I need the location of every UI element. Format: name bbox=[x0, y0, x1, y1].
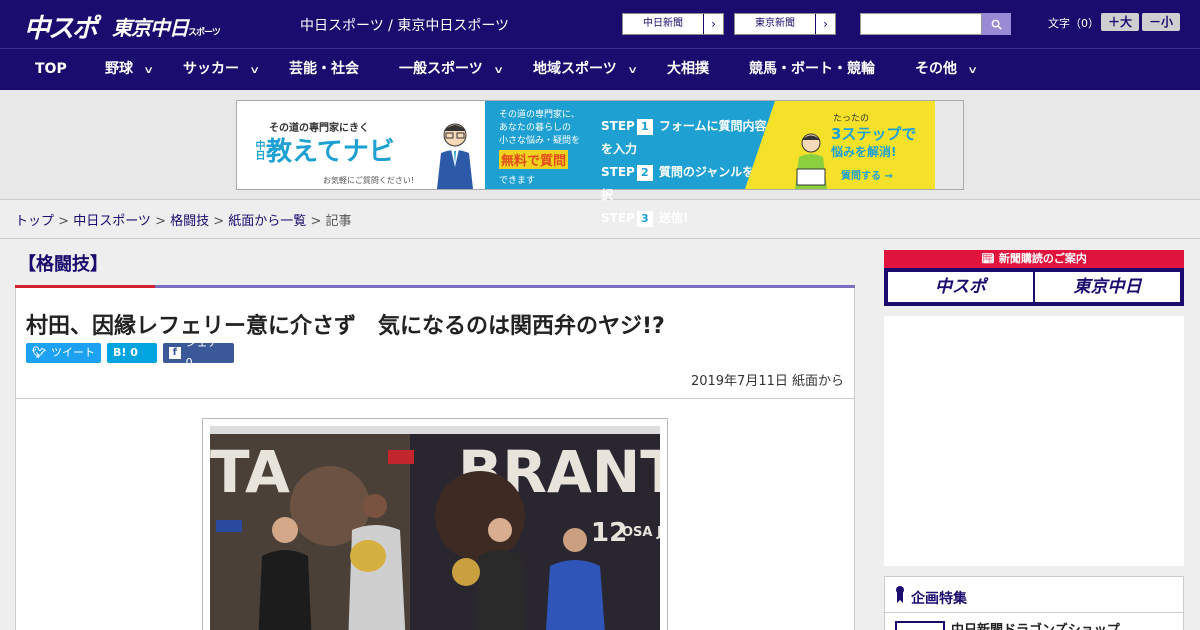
nav-item-general-sports[interactable]: 一般スポーツ ∨ bbox=[399, 49, 504, 90]
site-title[interactable]: 中日スポーツ / 東京中日スポーツ bbox=[300, 15, 509, 35]
divider bbox=[16, 398, 854, 399]
facebook-icon: f bbox=[169, 347, 181, 359]
chevron-right-icon: › bbox=[815, 14, 835, 34]
breadcrumb-link-fighting[interactable]: 格闘技 bbox=[170, 214, 209, 229]
banner-right-t2: 3ステップで bbox=[831, 125, 917, 143]
nav-item-top[interactable]: TOP bbox=[35, 49, 67, 90]
banner-right: たったの 3ステップで 悩みを解消! 質問する → bbox=[745, 101, 935, 189]
breadcrumb-link-chunichi-sports[interactable]: 中日スポーツ bbox=[73, 214, 151, 229]
chevron-down-icon: ∨ bbox=[492, 65, 504, 76]
banner-steps: STEP 1 フォームに質問内容を入力 STEP 2 質問のジャンルを選択 STEP 3 送… bbox=[601, 119, 767, 227]
paper-link-label: 東京新聞 bbox=[755, 18, 795, 29]
font-larger-button[interactable]: ＋大 bbox=[1101, 13, 1139, 31]
poster-text-left: TA bbox=[210, 438, 290, 506]
banner-middle: その道の専門家に、 あなたの暮らしの 小さな悩み・疑問を 無料で質問 できます … bbox=[485, 101, 775, 227]
nav-item-racing[interactable]: 競馬・ボート・競輪 bbox=[749, 49, 875, 90]
feature-thumbnail[interactable] bbox=[895, 621, 945, 630]
font-size-label: 文字（0） bbox=[1048, 17, 1099, 30]
newspaper-icon: 📰︎ bbox=[981, 252, 999, 265]
hatena-bookmark-button[interactable]: B! 0 bbox=[107, 343, 157, 363]
feature-header: 企画特集 bbox=[885, 577, 1183, 613]
banner-mid-text: その道の専門家に、 あなたの暮らしの 小さな悩み・疑問を bbox=[499, 110, 581, 146]
search-button[interactable] bbox=[982, 13, 1011, 35]
ribbon-icon bbox=[896, 586, 904, 603]
nav-item-entertainment[interactable]: 芸能・社会 bbox=[289, 49, 359, 90]
breadcrumb-link-top[interactable]: トップ bbox=[15, 214, 54, 229]
feature-title: 企画特集 bbox=[911, 591, 967, 607]
banner-right-t3: 悩みを解消! bbox=[831, 145, 897, 159]
twitter-icon: 🐦︎ bbox=[32, 346, 46, 359]
chevron-right-icon: › bbox=[703, 14, 723, 34]
banner-dekimasu: できます bbox=[499, 176, 536, 186]
banner-title: 中日教えてナビ bbox=[253, 137, 395, 167]
chunichi-shimbun-link[interactable]: 中日新聞 › bbox=[622, 13, 724, 35]
article-box: 村田、因縁レフェリー意に介さず 気になるのは関西弁のヤジ!? 🐦︎ ツイート B!… bbox=[15, 288, 855, 630]
expert-illustration-icon bbox=[437, 123, 473, 189]
subscribe-chuspo-button[interactable]: 中スポ bbox=[888, 272, 1033, 302]
chevron-down-icon: ∨ bbox=[249, 65, 261, 76]
nav-item-soccer[interactable]: サッカー ∨ bbox=[183, 49, 261, 90]
subscription-box: 📰︎ 新聞購読のご案内 中スポ 東京中日 bbox=[884, 250, 1184, 306]
search-icon bbox=[991, 19, 1002, 30]
banner-ask-link: 質問する → bbox=[841, 171, 893, 182]
divider bbox=[0, 238, 1200, 239]
feature-item-link[interactable]: 中日新聞ドラゴンズショップ bbox=[951, 619, 1120, 630]
nav-item-other[interactable]: その他 ∨ bbox=[915, 49, 979, 90]
oshiete-navi-banner[interactable]: その道の専門家にきく 中日教えてナビ お気軽にご質問ください! その道の専門家に… bbox=[236, 100, 964, 227]
article-photo[interactable]: TA BRANT 12 OSA JAPA bbox=[202, 418, 668, 630]
banner-area: その道の専門家にきく 中日教えてナビ お気軽にご質問ください! その道の専門家に… bbox=[0, 90, 1200, 227]
banner-free-label: 無料で質問 bbox=[499, 150, 569, 169]
banner-foot: お気軽にご質問ください! bbox=[323, 176, 415, 185]
category-heading: 【格闘技】 bbox=[18, 254, 108, 275]
main-nav: TOP 野球 ∨ サッカー ∨ 芸能・社会 一般スポーツ ∨ 地域スポーツ ∨ 大相撲 … bbox=[0, 48, 1200, 90]
tweet-button[interactable]: 🐦︎ ツイート bbox=[26, 343, 101, 363]
chevron-down-icon: ∨ bbox=[967, 65, 979, 76]
search-input[interactable] bbox=[860, 13, 982, 35]
breadcrumb: トップ > 中日スポーツ > 格闘技 > 紙面から一覧 > 記事 bbox=[15, 214, 352, 229]
paper-link-label: 中日新聞 bbox=[643, 18, 683, 29]
tokyo-shimbun-link[interactable]: 東京新聞 › bbox=[734, 13, 836, 35]
nav-item-sumo[interactable]: 大相撲 bbox=[667, 49, 709, 90]
top-header: 中スポ 東京中日スポーツ 中日スポーツ / 東京中日スポーツ 中日新聞 › 東京… bbox=[0, 0, 1200, 48]
article-title: 村田、因縁レフェリー意に介さず 気になるのは関西弁のヤジ!? bbox=[26, 314, 665, 339]
user-illustration-icon bbox=[795, 133, 827, 189]
facebook-share-button[interactable]: f シェア 0 bbox=[163, 336, 234, 369]
chuspo-logo[interactable]: 中スポ bbox=[24, 8, 98, 45]
photo-illustration: TA BRANT 12 OSA JAPA bbox=[210, 426, 660, 630]
advertisement-slot bbox=[884, 316, 1184, 566]
chevron-down-icon: ∨ bbox=[626, 65, 638, 76]
article-date: 2019年7月11日 紙面から bbox=[690, 374, 844, 389]
breadcrumb-link-paper-list[interactable]: 紙面から一覧 bbox=[228, 214, 306, 229]
subscribe-tokyo-chunichi-button[interactable]: 東京中日 bbox=[1035, 272, 1180, 302]
breadcrumb-current: 記事 bbox=[325, 214, 352, 229]
feature-box: 企画特集 中日新聞ドラゴンズショップ bbox=[884, 576, 1184, 630]
press-conference-photo: TA BRANT 12 OSA JAPA bbox=[210, 426, 660, 630]
nav-item-baseball[interactable]: 野球 ∨ bbox=[105, 49, 155, 90]
banner-left: その道の専門家にきく 中日教えてナビ お気軽にご質問ください! bbox=[237, 101, 485, 189]
poster-location: OSA JAPA bbox=[622, 525, 660, 540]
font-smaller-button[interactable]: －小 bbox=[1142, 13, 1180, 31]
nav-item-regional-sports[interactable]: 地域スポーツ ∨ bbox=[533, 49, 638, 90]
tokyo-chunichi-logo[interactable]: 東京中日スポーツ bbox=[112, 12, 221, 41]
subscription-header: 📰︎ 新聞購読のご案内 bbox=[884, 250, 1184, 268]
chevron-down-icon: ∨ bbox=[143, 65, 155, 76]
